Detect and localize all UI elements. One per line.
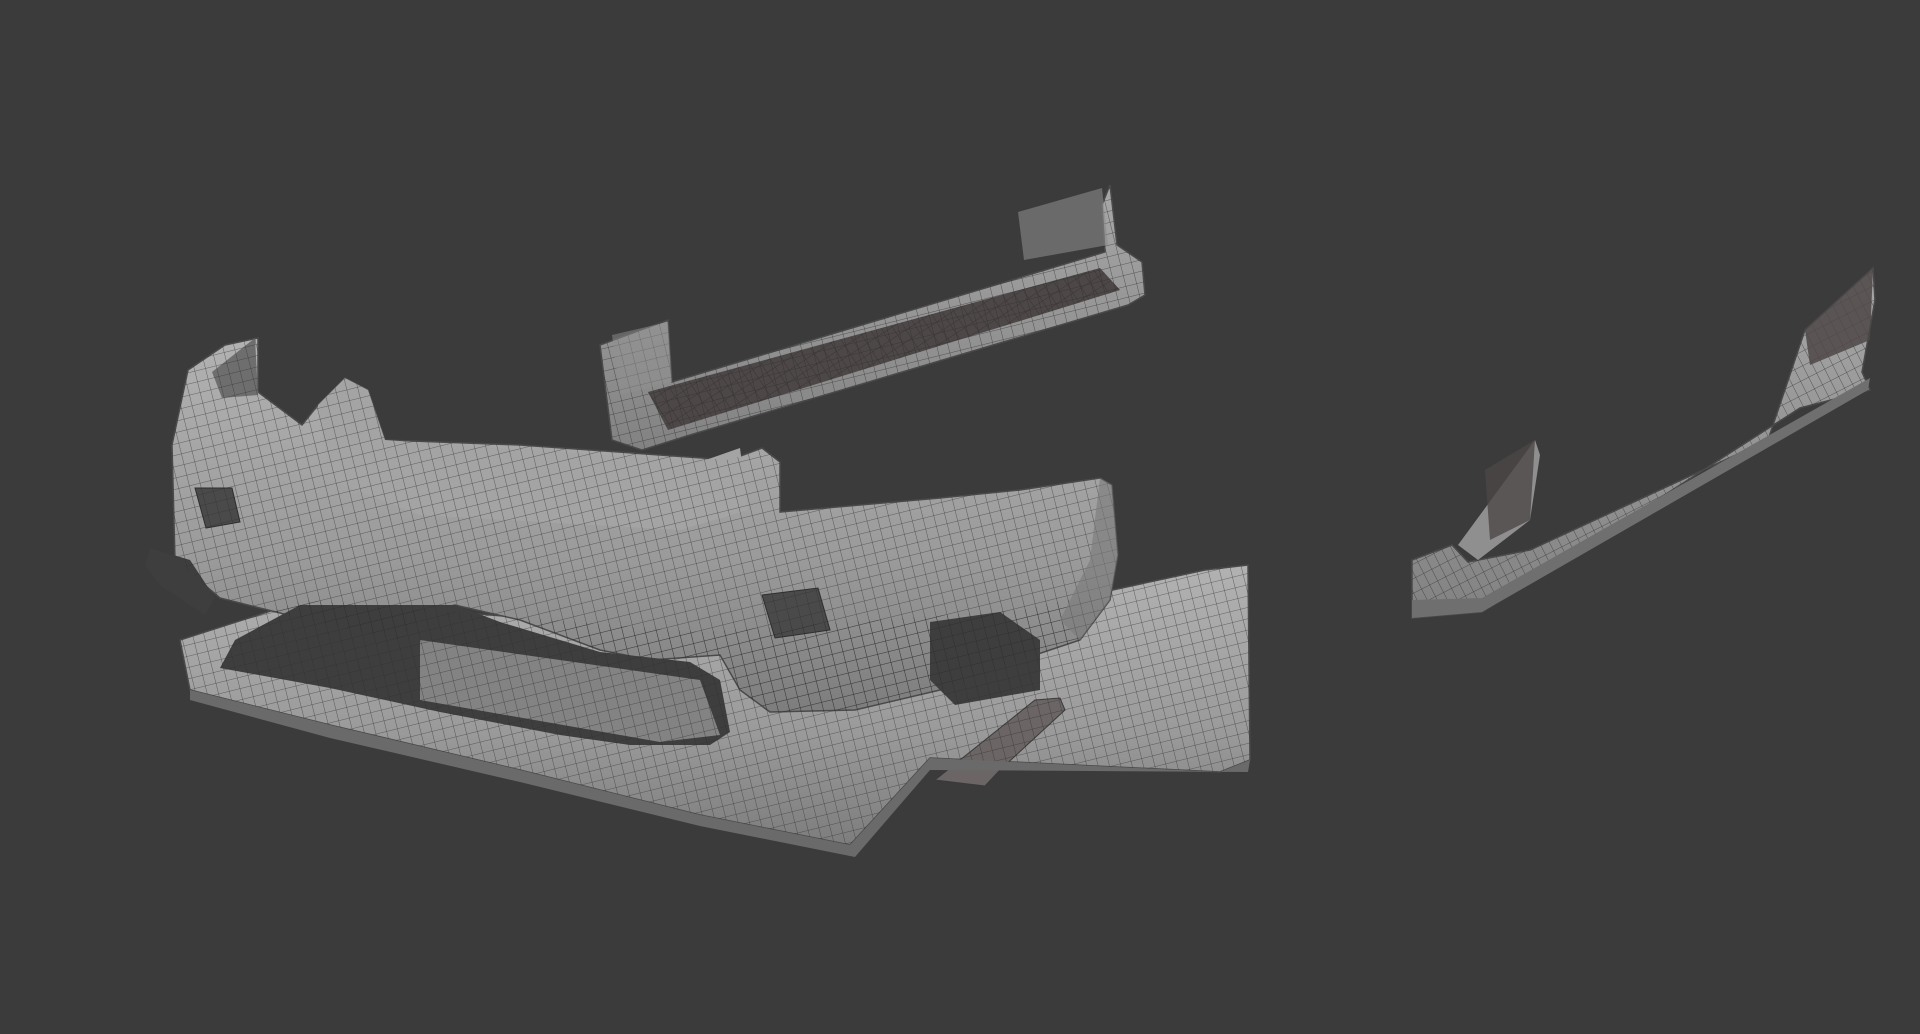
3d-viewport[interactable] — [0, 0, 1920, 1034]
viewport-canvas[interactable] — [0, 0, 1920, 1034]
side-skirt-back[interactable] — [599, 184, 1146, 451]
side-skirt-right[interactable] — [1411, 266, 1876, 619]
